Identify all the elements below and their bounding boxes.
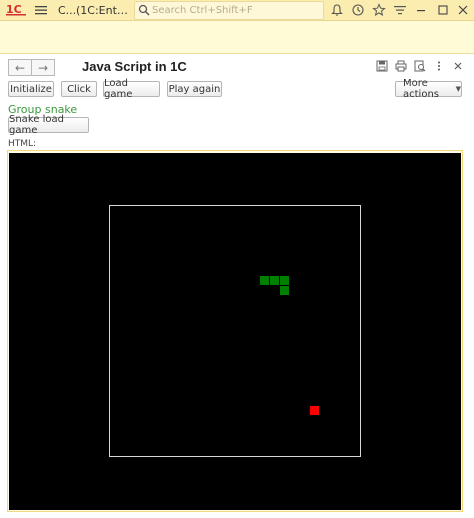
close-form-icon[interactable] bbox=[452, 60, 464, 72]
click-button[interactable]: Click bbox=[61, 81, 97, 97]
snake-segment bbox=[270, 276, 279, 285]
window-title: (1C:Enterprise) bbox=[76, 4, 128, 17]
tab-short-label[interactable]: C... bbox=[58, 4, 76, 17]
food-item bbox=[310, 406, 319, 415]
find-icon[interactable] bbox=[414, 60, 426, 72]
more-vertical-icon[interactable] bbox=[433, 60, 445, 72]
snake-load-game-button[interactable]: Snake load game bbox=[8, 114, 89, 136]
1c-logo-icon[interactable]: 1C bbox=[6, 2, 28, 16]
play-again-button[interactable]: Play again bbox=[167, 81, 222, 97]
panel-area bbox=[0, 21, 474, 54]
functions-menu-icon[interactable] bbox=[393, 3, 407, 17]
snake-segment bbox=[260, 276, 269, 285]
more-actions-label: More actions bbox=[403, 78, 439, 100]
back-button[interactable]: ← bbox=[8, 59, 32, 76]
arrow-left-icon: ← bbox=[14, 60, 26, 75]
minimize-icon[interactable] bbox=[414, 3, 428, 17]
forward-button[interactable]: → bbox=[31, 59, 55, 76]
dropdown-arrow-icon: ▼ bbox=[455, 85, 461, 93]
close-window-icon[interactable] bbox=[456, 3, 470, 17]
search-box[interactable] bbox=[134, 1, 324, 20]
snake-segment bbox=[280, 276, 289, 285]
arrow-right-icon: → bbox=[37, 60, 49, 75]
more-actions-button[interactable]: More actions ▼ bbox=[395, 78, 462, 100]
maximize-icon[interactable] bbox=[436, 3, 450, 17]
game-canvas[interactable] bbox=[9, 153, 461, 510]
history-icon[interactable] bbox=[351, 3, 365, 17]
search-icon bbox=[138, 4, 150, 16]
save-icon[interactable] bbox=[376, 60, 388, 72]
html-field-label: HTML: bbox=[8, 139, 37, 149]
title-bar: 1C C... (1C:Enterprise) bbox=[0, 0, 474, 21]
search-input[interactable] bbox=[152, 3, 317, 17]
print-icon[interactable] bbox=[395, 60, 407, 72]
snake-segment bbox=[280, 286, 289, 295]
initialize-button[interactable]: Initialize bbox=[8, 81, 54, 97]
star-icon[interactable] bbox=[372, 3, 386, 17]
game-arena-border bbox=[109, 205, 361, 457]
bell-icon[interactable] bbox=[330, 3, 344, 17]
form-title: Java Script in 1C bbox=[82, 59, 187, 74]
load-game-button[interactable]: Load game bbox=[103, 78, 160, 100]
hamburger-menu-icon[interactable] bbox=[34, 3, 48, 17]
